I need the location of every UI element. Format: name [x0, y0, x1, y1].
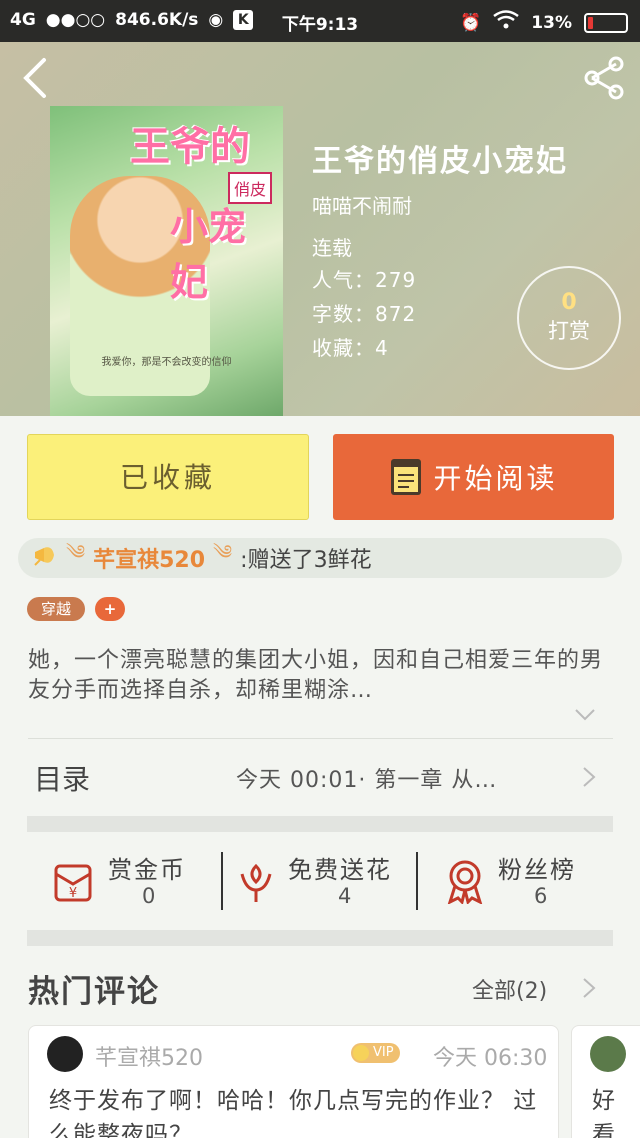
book-synopsis[interactable]: 她，一个漂亮聪慧的集团大小姐，因和自己相爱三年的男友分手而选择自杀，却稀里糊涂…	[28, 646, 612, 706]
chevron-right-icon[interactable]	[582, 977, 596, 999]
free-flower-stat[interactable]: 免费送花 4	[236, 850, 416, 912]
cover-title: 王爷的	[130, 124, 250, 170]
gift-banner: ༄ 芊宣祺520 ༄ :赠送了3鲜花	[18, 538, 622, 578]
word-count-label: 字数：	[312, 302, 375, 326]
wifi-icon	[493, 10, 520, 35]
coin-reward-stat[interactable]: ¥ 赏金币 0	[50, 850, 220, 912]
start-reading-button[interactable]: 开始阅读	[333, 434, 614, 520]
share-button[interactable]	[580, 54, 628, 102]
coin-reward-value: 0	[142, 884, 156, 908]
free-flower-value: 4	[338, 884, 352, 908]
status-bar: 4G ●●○○ 846.6K/s ◉ K 下午9:13 ⏰ 13%	[0, 0, 640, 42]
all-comments-link[interactable]: 全部(2)	[472, 973, 547, 1005]
toc-label[interactable]: 目录	[34, 758, 90, 798]
word-count-value: 872	[375, 302, 417, 326]
wing-decoration-left-icon: ༄	[66, 540, 86, 564]
tip-label: 打赏	[548, 319, 590, 343]
back-button[interactable]	[16, 56, 56, 100]
stat-divider	[221, 852, 223, 910]
book-header: 王爷的 俏皮 小宠妃 我爱你，那是不会改变的信仰 王爷的俏皮小宠妃 喵喵不闹耐 …	[0, 42, 640, 416]
popularity-row: 人气：279	[312, 264, 416, 293]
divider	[28, 738, 613, 739]
fan-ranking-value: 6	[534, 884, 548, 908]
tip-button[interactable]: 0 打赏	[517, 266, 621, 370]
wing-decoration-right-icon: ༄	[213, 540, 233, 564]
alarm-icon: ⏰	[460, 12, 482, 33]
free-flower-label: 免费送花	[288, 856, 392, 884]
favorites-label: 收藏：	[312, 336, 375, 360]
vip-badge: VIP	[351, 1043, 400, 1063]
favorites-row: 收藏：4	[312, 332, 389, 361]
latest-chapter[interactable]: 今天 00:01· 第一章 从…	[236, 762, 497, 794]
popularity-label: 人气：	[312, 268, 375, 292]
section-separator	[27, 816, 613, 832]
cover-quote: 我爱你，那是不会改变的信仰	[101, 357, 232, 368]
megaphone-icon	[32, 543, 58, 573]
favorites-value: 4	[375, 336, 389, 360]
share-icon	[584, 56, 624, 100]
coin-reward-label: 赏金币	[108, 856, 186, 884]
book-status: 连载	[312, 236, 352, 260]
avatar[interactable]	[47, 1036, 83, 1072]
comment-text: 好看	[592, 1088, 615, 1138]
gift-message: :赠送了3鲜花	[240, 548, 372, 573]
gift-sender[interactable]: 芊宣祺520	[93, 542, 205, 574]
chevron-left-icon	[23, 58, 46, 98]
flower-icon	[240, 863, 272, 902]
popularity-value: 279	[375, 268, 417, 292]
word-count-row: 字数：872	[312, 298, 416, 327]
book-author[interactable]: 喵喵不闹耐	[312, 190, 412, 219]
stat-divider	[416, 852, 418, 910]
collected-button[interactable]: 已收藏	[27, 434, 309, 520]
comment-card[interactable]: 芊宣祺520 VIP 今天 06:30 终于发布了啊！哈哈！你几点写完的作业？ …	[28, 1025, 559, 1138]
fan-ranking-stat[interactable]: 粉丝榜 6	[444, 850, 614, 912]
add-tag-button[interactable]: +	[95, 597, 125, 621]
book-icon	[391, 459, 422, 495]
fan-ranking-label: 粉丝榜	[498, 856, 576, 884]
battery-icon	[584, 12, 628, 33]
chevron-right-icon[interactable]	[582, 766, 596, 788]
chevron-down-icon[interactable]	[574, 708, 596, 722]
svg-text:¥: ¥	[69, 886, 77, 901]
medal-icon	[447, 860, 483, 904]
red-envelope-icon: ¥	[54, 864, 92, 902]
cover-subtitle: 小宠妃	[170, 205, 247, 304]
tip-count: 0	[561, 290, 577, 315]
battery-percent: 13%	[531, 12, 572, 33]
hot-comments-title: 热门评论	[28, 974, 160, 1010]
start-reading-label: 开始阅读	[433, 462, 558, 495]
comment-username[interactable]: 芊宣祺520	[95, 1040, 203, 1072]
book-cover: 王爷的 俏皮 小宠妃 我爱你，那是不会改变的信仰	[50, 106, 283, 416]
comment-card[interactable]: 好看	[571, 1025, 640, 1138]
avatar[interactable]	[590, 1036, 626, 1072]
book-title: 王爷的俏皮小宠妃	[312, 144, 568, 179]
tag-genre[interactable]: 穿越	[27, 597, 85, 621]
comment-text: 终于发布了啊！哈哈！你几点写完的作业？ 过么能整夜吗？	[49, 1088, 538, 1138]
comment-time: 今天 06:30	[433, 1046, 548, 1071]
section-separator	[27, 930, 613, 946]
